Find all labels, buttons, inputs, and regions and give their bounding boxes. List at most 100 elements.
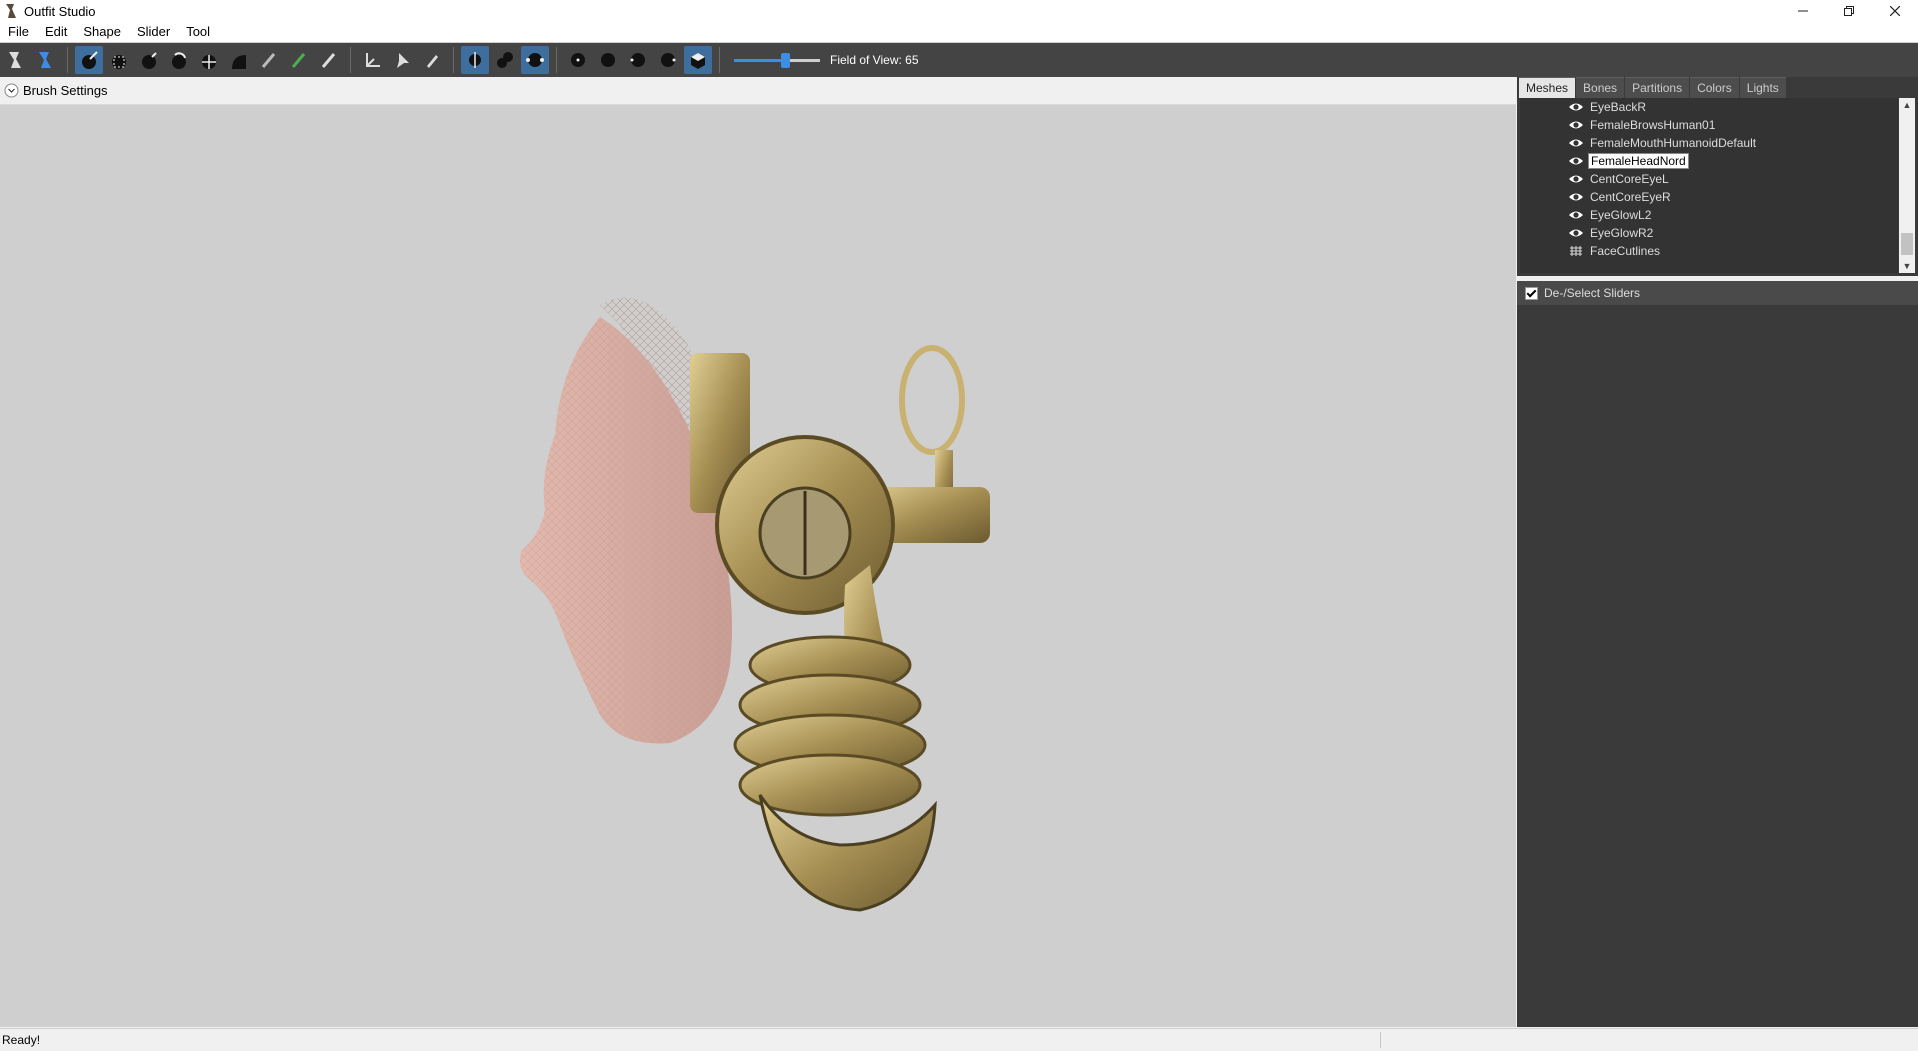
menu-edit[interactable]: Edit	[37, 22, 75, 42]
alpha-brush-button[interactable]	[315, 46, 343, 74]
model-render	[519, 297, 990, 912]
mesh-item[interactable]: FaceCutlines	[1568, 242, 1662, 260]
color-brush-button[interactable]	[285, 46, 313, 74]
minimize-button[interactable]	[1780, 0, 1826, 22]
mirror-x-button[interactable]	[461, 46, 489, 74]
right-panel: Meshes Bones Partitions Colors Lights Ey…	[1517, 77, 1918, 1027]
close-button[interactable]	[1872, 0, 1918, 22]
mirror-z-icon	[526, 53, 544, 67]
mirror-y-icon	[497, 52, 513, 68]
toolbar: Field of View: 65	[0, 43, 1918, 77]
alpha-brush-icon	[321, 53, 336, 68]
pin-icon	[397, 53, 409, 68]
mesh-item[interactable]: EyeGlowL2	[1568, 206, 1653, 224]
tab-meshes[interactable]: Meshes	[1519, 77, 1576, 98]
view-back-button[interactable]	[594, 46, 622, 74]
eye-icon[interactable]	[1568, 227, 1584, 239]
scrollbar-thumb[interactable]	[1901, 233, 1913, 255]
eye-icon[interactable]	[1568, 173, 1584, 185]
toolbar-separator	[453, 47, 454, 73]
transform-tool-icon	[39, 52, 51, 68]
restore-button[interactable]	[1826, 0, 1872, 22]
menu-tool[interactable]: Tool	[178, 22, 218, 42]
3d-viewport[interactable]	[0, 105, 1516, 1027]
menu-shape[interactable]: Shape	[75, 22, 129, 42]
mesh-item[interactable]: CentCoreEyeR	[1568, 188, 1673, 206]
weight-brush-button[interactable]	[255, 46, 283, 74]
move-brush-button[interactable]	[195, 46, 223, 74]
brush-settings-bar[interactable]: Brush Settings	[0, 77, 1516, 105]
mesh-item[interactable]: FemaleBrowsHuman01	[1568, 116, 1717, 134]
field-of-view-label: Field of View: 65	[830, 53, 919, 67]
mirror-z-button[interactable]	[521, 46, 549, 74]
deflate-brush-button[interactable]	[165, 46, 193, 74]
pen-button[interactable]	[418, 46, 446, 74]
scroll-up-icon[interactable]: ▲	[1899, 98, 1915, 112]
mesh-name: FemaleBrowsHuman01	[1590, 118, 1716, 132]
mesh-list-scrollbar[interactable]: ▲ ▼	[1899, 98, 1915, 273]
view-front-button[interactable]	[564, 46, 592, 74]
mesh-item[interactable]: EyeGlowR2	[1568, 224, 1655, 242]
collision-button[interactable]	[358, 46, 386, 74]
mesh-item[interactable]: FemaleMouthHumanoidDefault	[1568, 134, 1758, 152]
pen-icon	[427, 55, 438, 68]
eye-icon[interactable]	[1568, 137, 1584, 149]
tab-lights[interactable]: Lights	[1739, 77, 1786, 98]
eye-icon[interactable]	[1568, 155, 1584, 167]
tab-colors[interactable]: Colors	[1690, 77, 1739, 98]
close-icon	[1890, 6, 1900, 16]
inflate-brush-button[interactable]	[135, 46, 163, 74]
brush-settings-label: Brush Settings	[23, 83, 108, 98]
status-bar: Ready!	[0, 1028, 1918, 1051]
slider-thumb[interactable]	[781, 53, 791, 68]
mirror-x-icon	[469, 52, 481, 68]
grid-icon[interactable]	[1568, 245, 1584, 257]
mesh-item[interactable]: FemaleHeadNord	[1568, 152, 1689, 170]
view-right-icon	[661, 53, 676, 67]
smooth-brush-button[interactable]	[225, 46, 253, 74]
mesh-name: EyeGlowL2	[1590, 208, 1652, 222]
scroll-down-icon[interactable]: ▼	[1899, 259, 1915, 273]
menu-file[interactable]: File	[0, 22, 37, 42]
view-right-button[interactable]	[654, 46, 682, 74]
outfit-studio-icon	[6, 4, 16, 18]
tab-bones[interactable]: Bones	[1576, 77, 1625, 98]
mesh-item[interactable]: CentCoreEyeL	[1568, 170, 1671, 188]
view-left-button[interactable]	[624, 46, 652, 74]
menu-bar: File Edit Shape Slider Tool	[0, 22, 1918, 43]
eye-icon[interactable]	[1568, 191, 1584, 203]
field-of-view-slider[interactable]	[734, 50, 820, 70]
inflate-brush-icon	[142, 52, 157, 69]
menu-slider[interactable]: Slider	[129, 22, 178, 42]
eye-icon[interactable]	[1568, 209, 1584, 221]
chevron-down-icon[interactable]	[4, 83, 19, 98]
minimize-icon	[1798, 10, 1808, 12]
mask-brush-button[interactable]	[105, 46, 133, 74]
select-tool-button[interactable]	[2, 46, 30, 74]
select-sliders-checkbox[interactable]	[1525, 286, 1538, 300]
color-brush-icon	[291, 53, 306, 68]
view-left-icon	[630, 53, 645, 67]
transform-tool-button[interactable]	[32, 46, 60, 74]
eye-icon[interactable]	[1568, 101, 1584, 113]
status-divider	[1380, 1032, 1381, 1048]
mesh-list[interactable]: EyeBackR FemaleBrowsHuman01 FemaleMouthHum…	[1520, 98, 1898, 273]
brush-standard-button[interactable]	[75, 46, 103, 74]
toolbar-separator	[67, 47, 68, 73]
toolbar-separator	[719, 47, 720, 73]
restore-icon	[1844, 6, 1854, 16]
mesh-name: FemaleHeadNord	[1588, 153, 1689, 169]
view-back-icon	[601, 53, 615, 67]
mesh-name: EyeGlowR2	[1590, 226, 1654, 240]
mesh-name: FemaleMouthHumanoidDefault	[1590, 136, 1757, 150]
eye-icon[interactable]	[1568, 119, 1584, 131]
mesh-item[interactable]: EyeBackR	[1568, 98, 1648, 116]
tab-partitions[interactable]: Partitions	[1625, 77, 1690, 98]
title-bar: Outfit Studio	[0, 0, 1918, 22]
mirror-y-button[interactable]	[491, 46, 519, 74]
select-sliders-toggle[interactable]: De-/Select Sliders	[1517, 281, 1918, 305]
upper-gauge	[899, 345, 965, 455]
perspective-button[interactable]	[684, 46, 712, 74]
cube-icon	[691, 53, 705, 69]
pin-button[interactable]	[388, 46, 416, 74]
